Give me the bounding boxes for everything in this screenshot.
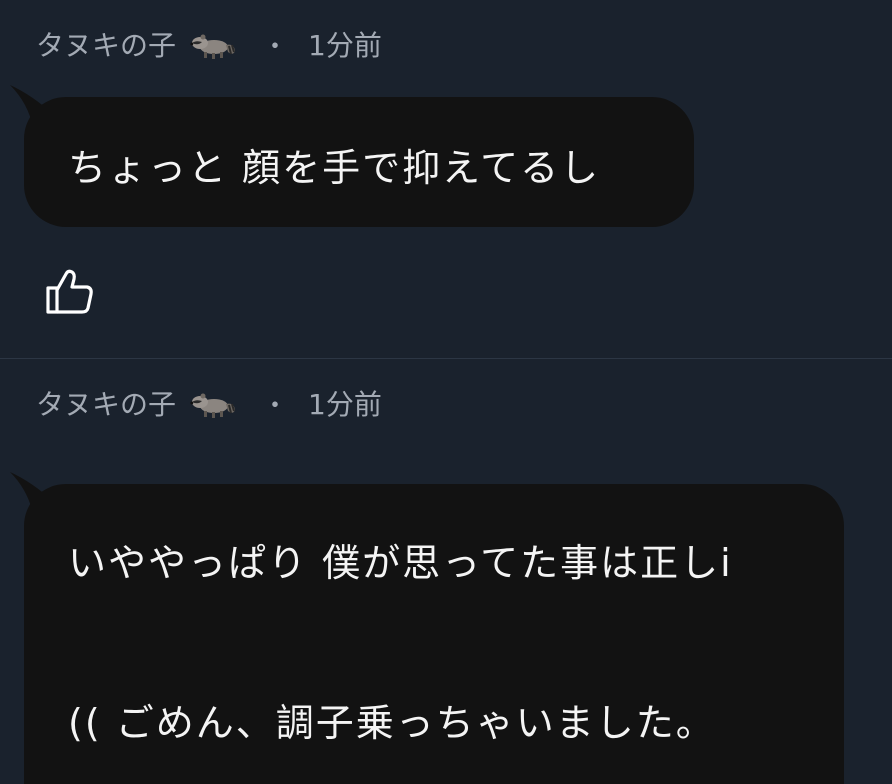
- comment-item: タヌキの子 ・ 1分前 ちょっと 顔を手で抑えてるし: [0, 0, 892, 358]
- comment-time: 1分前: [308, 388, 382, 421]
- comment-meta: タヌキの子 ・ 1分前: [36, 383, 382, 423]
- comment-item: タヌキの子 ・ 1分前 いややっぱり 僕が思ってた事は正しi (( ごめん、調子…: [0, 359, 892, 784]
- thumbs-up-icon: [46, 269, 93, 314]
- message-bubble: いややっぱり 僕が思ってた事は正しi (( ごめん、調子乗っちゃいました。: [10, 472, 844, 784]
- raccoon-icon: [190, 34, 236, 59]
- author-name[interactable]: タヌキの子: [36, 383, 176, 423]
- comment-meta: タヌキの子 ・ 1分前: [36, 24, 382, 64]
- bubble-tail: [10, 85, 54, 133]
- message-text: ちょっと 顔を手で抑えてるし: [68, 146, 601, 190]
- message-text-line: (( ごめん、調子乗っちゃいました。: [68, 701, 716, 745]
- raccoon-icon: [190, 393, 236, 418]
- bubble-tail: [10, 472, 54, 520]
- meta-separator: ・: [262, 390, 289, 421]
- message-text-line: いややっぱり 僕が思ってた事は正しi: [68, 541, 733, 585]
- message-bubble: ちょっと 顔を手で抑えてるし: [10, 85, 694, 227]
- author-name[interactable]: タヌキの子: [36, 24, 176, 64]
- meta-separator: ・: [262, 31, 289, 62]
- comment-time: 1分前: [308, 29, 382, 62]
- like-button[interactable]: [44, 266, 96, 318]
